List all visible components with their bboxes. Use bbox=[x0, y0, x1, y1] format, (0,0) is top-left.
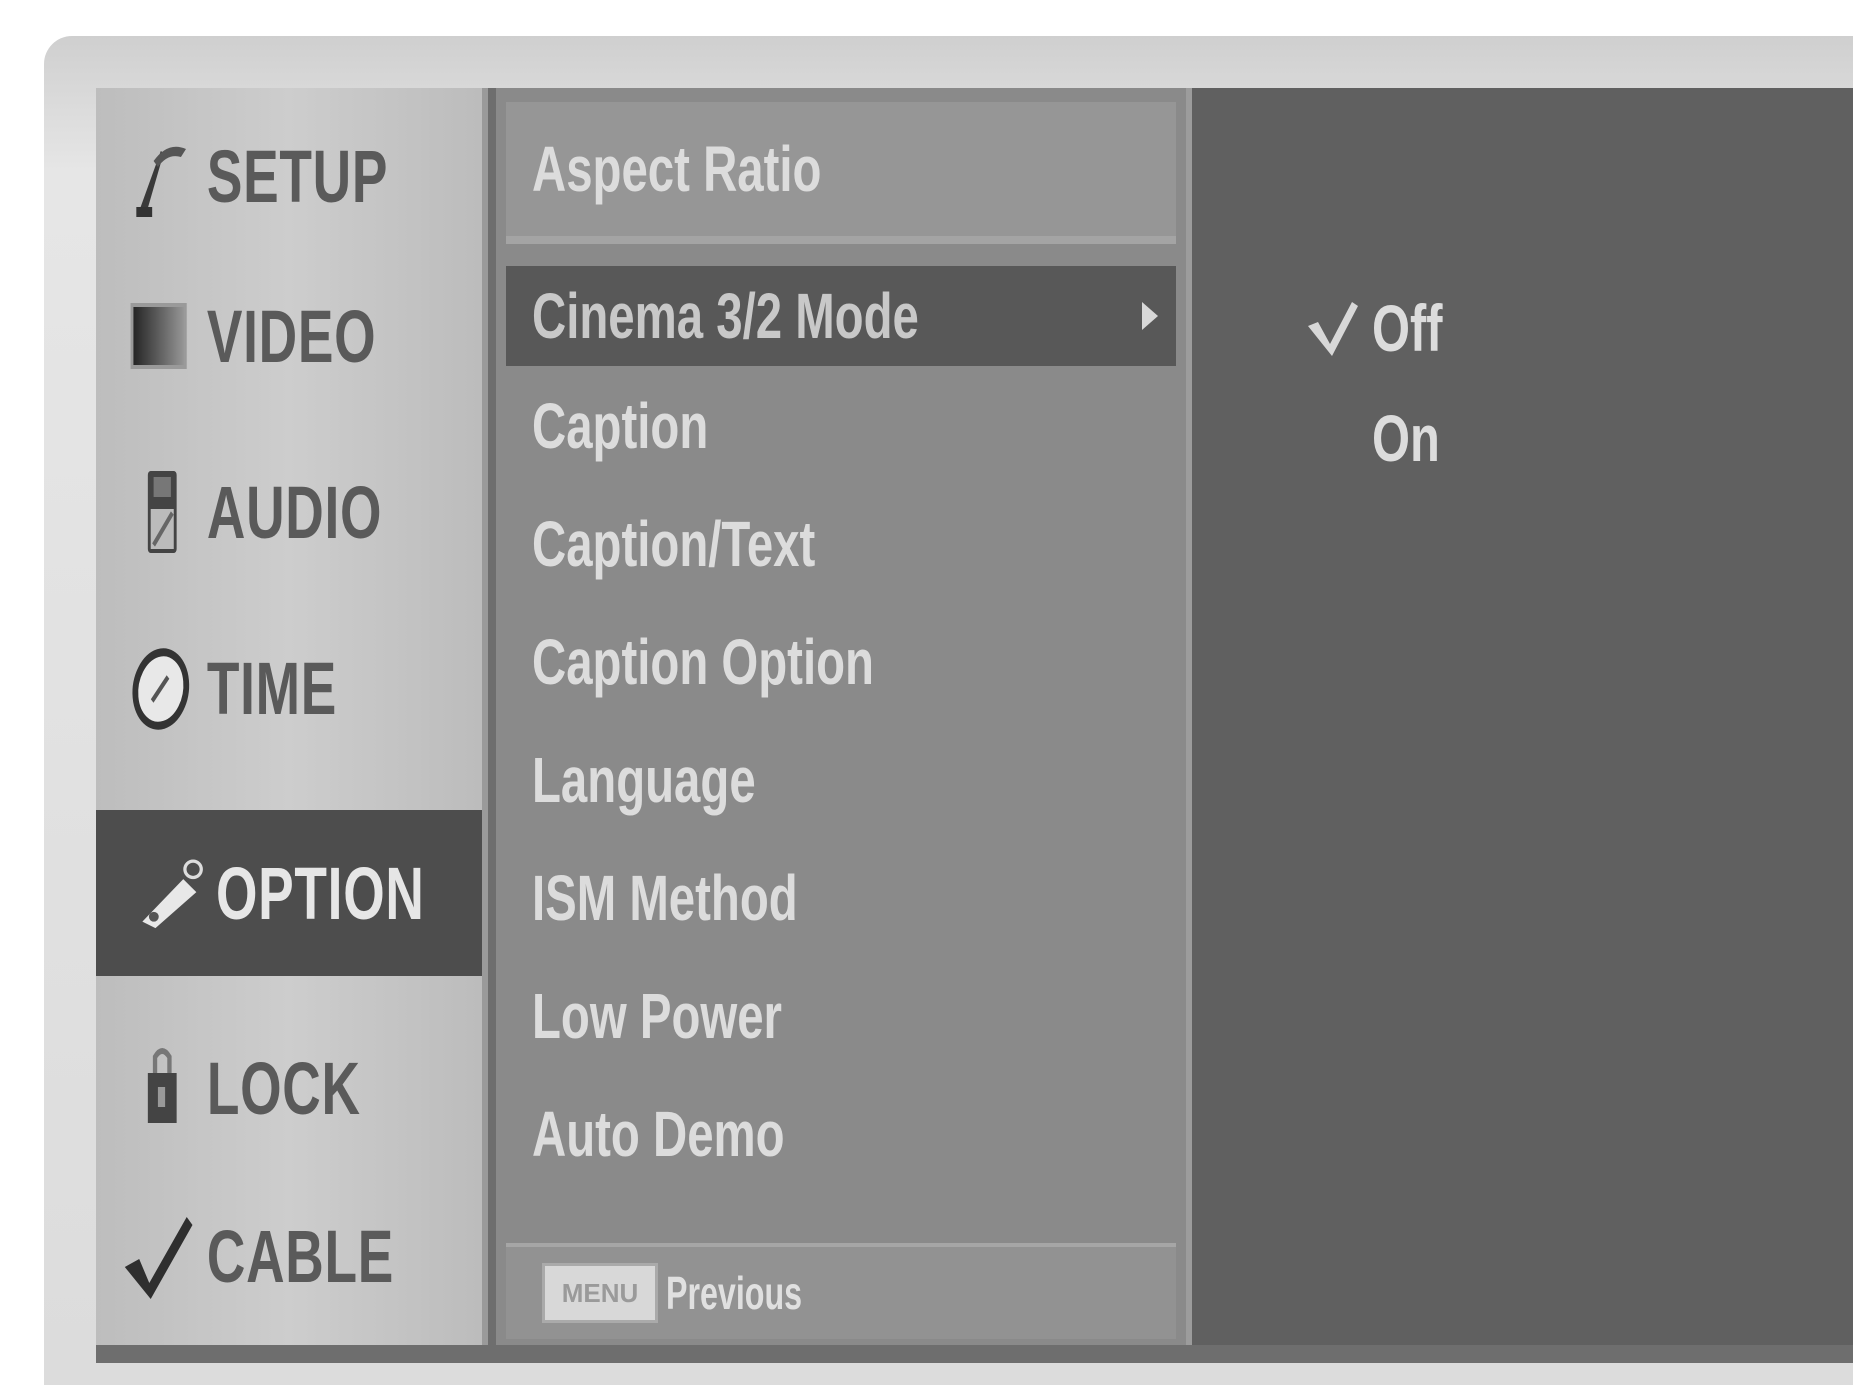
sidebar-item-label: SETUP bbox=[206, 134, 389, 218]
sidebar-item-label: VIDEO bbox=[206, 294, 377, 378]
menu-item-label: Caption/Text bbox=[532, 508, 816, 580]
footer-previous-label: Previous bbox=[666, 1267, 803, 1319]
sidebar-item-label: TIME bbox=[206, 646, 338, 730]
option-icon bbox=[142, 859, 203, 929]
menu-item-auto-demo[interactable]: Auto Demo bbox=[506, 1084, 1176, 1184]
menu-item-label: ISM Method bbox=[532, 862, 798, 934]
option-list: Aspect Ratio Cinema 3/2 Mode Caption Cap… bbox=[496, 88, 1192, 1345]
submenu-option-on[interactable]: On bbox=[1372, 388, 1464, 488]
sidebar-item-label: OPTION bbox=[216, 851, 425, 935]
audio-icon bbox=[147, 471, 177, 553]
sidebar-item-setup[interactable]: SETUP bbox=[96, 88, 387, 264]
menu-item-caption-option[interactable]: Caption Option bbox=[506, 612, 1176, 712]
menu-item-label: Cinema 3/2 Mode bbox=[532, 280, 919, 352]
video-icon bbox=[130, 303, 187, 369]
menu-item-label: Language bbox=[532, 744, 756, 816]
submenu-option-label: On bbox=[1372, 401, 1440, 475]
lock-icon bbox=[147, 1048, 177, 1123]
menu-item-label: Low Power bbox=[532, 980, 782, 1052]
clock-icon bbox=[132, 648, 190, 730]
menu-item-label: Auto Demo bbox=[532, 1098, 785, 1170]
sidebar-item-label: CABLE bbox=[206, 1214, 395, 1298]
submenu-panel: Off On bbox=[1192, 88, 1853, 1345]
sidebar-item-label: AUDIO bbox=[206, 470, 383, 554]
sidebar-item-audio[interactable]: AUDIO bbox=[96, 424, 381, 600]
sidebar-item-option[interactable]: OPTION bbox=[96, 810, 482, 976]
sidebar-item-time[interactable]: TIME bbox=[96, 600, 374, 776]
menu-item-label: Caption bbox=[532, 390, 709, 462]
menu-item-label: Aspect Ratio bbox=[532, 133, 822, 205]
sidebar-item-label: LOCK bbox=[206, 1046, 361, 1130]
checkmark-icon bbox=[1308, 302, 1358, 356]
menu-footer: MENU Previous bbox=[506, 1243, 1176, 1339]
sidebar-item-cable[interactable]: CABLE bbox=[96, 1168, 393, 1344]
menu-item-caption-text[interactable]: Caption/Text bbox=[506, 494, 1176, 594]
menu-item-language[interactable]: Language bbox=[506, 730, 1176, 830]
tv-option-menu: SETUP VIDEO AUDIO TIME OPTION LOCK CABLE… bbox=[96, 88, 1853, 1363]
submenu-option-label: Off bbox=[1372, 291, 1443, 365]
submenu-arrow-icon bbox=[1142, 302, 1158, 330]
menu-key-button[interactable]: MENU bbox=[542, 1263, 658, 1323]
menu-item-aspect-ratio[interactable]: Aspect Ratio bbox=[506, 102, 1176, 244]
menu-item-label: Caption Option bbox=[532, 626, 874, 698]
sidebar-item-lock[interactable]: LOCK bbox=[96, 1000, 374, 1176]
menu-item-caption[interactable]: Caption bbox=[506, 376, 1176, 476]
submenu-option-off[interactable]: Off bbox=[1372, 278, 1467, 378]
sidebar-item-video[interactable]: VIDEO bbox=[96, 248, 377, 424]
menu-item-ism-method[interactable]: ISM Method bbox=[506, 848, 1176, 948]
menu-item-cinema-3-2-mode[interactable]: Cinema 3/2 Mode bbox=[506, 266, 1176, 366]
menu-item-low-power[interactable]: Low Power bbox=[506, 966, 1176, 1066]
antenna-icon bbox=[136, 146, 186, 217]
check-icon bbox=[124, 1217, 193, 1299]
category-sidebar: SETUP VIDEO AUDIO TIME OPTION LOCK CABLE bbox=[96, 88, 488, 1345]
